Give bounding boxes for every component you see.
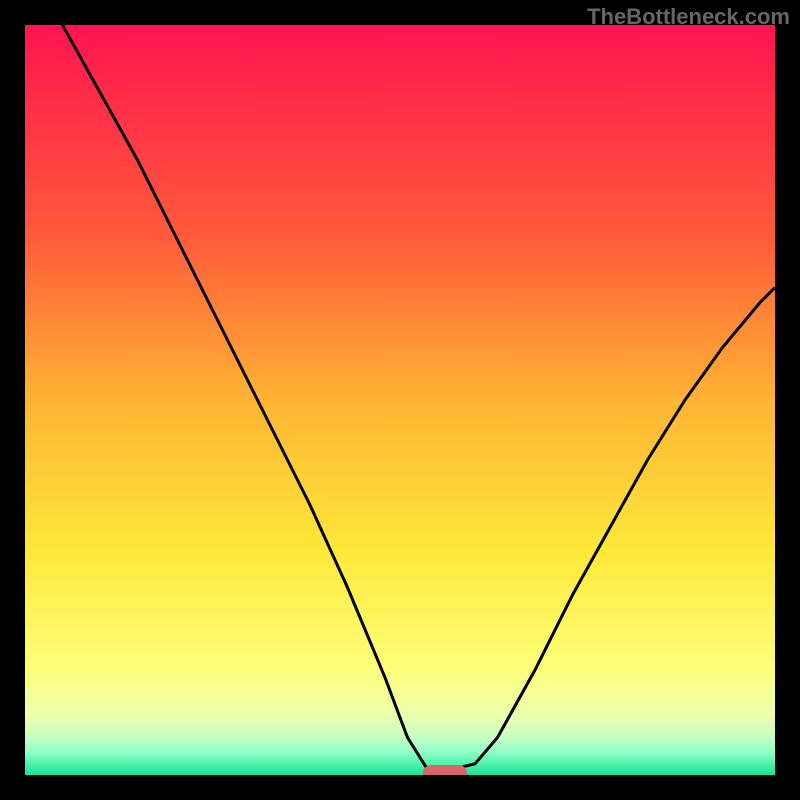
- watermark-text: TheBottleneck.com: [587, 4, 790, 30]
- chart-background: [25, 25, 775, 775]
- optimal-marker: [423, 765, 467, 775]
- chart-svg: [25, 25, 775, 775]
- chart-plot-area: [25, 25, 775, 775]
